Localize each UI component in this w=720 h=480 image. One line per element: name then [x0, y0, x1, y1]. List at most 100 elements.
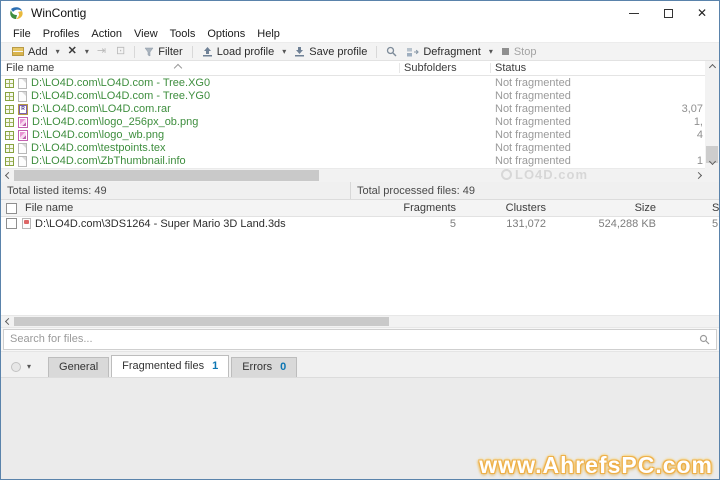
- filter-button[interactable]: Filter: [139, 43, 187, 60]
- toolbar-separator: [376, 45, 378, 58]
- load-profile-button[interactable]: Load profile: [197, 43, 280, 60]
- file-status: Not fragmented: [495, 77, 571, 89]
- save-profile-button[interactable]: Save profile: [289, 43, 372, 60]
- tab-label: Errors: [242, 361, 273, 373]
- include-grid-icon[interactable]: [5, 131, 14, 140]
- file-status: Not fragmented: [495, 116, 571, 128]
- tab-options-control[interactable]: ▾: [11, 361, 34, 372]
- file-row[interactable]: D:\LO4D.com\LO4D.com - Tree.XG0 Not fragm…: [1, 77, 705, 90]
- fragmented-list-header: File name Fragments Clusters Size S: [1, 200, 719, 217]
- wincontig-window: WinContig ✕ File Profiles Action View Tools O…: [0, 0, 720, 480]
- file-row[interactable]: D:\LO4D.com\ZbThumbnail.info Not fragment…: [1, 155, 705, 168]
- totals-bar: Total listed items: 49 Total processed f…: [1, 182, 719, 200]
- funnel-icon: [144, 47, 154, 56]
- include-grid-icon[interactable]: [5, 105, 14, 114]
- horizontal-scroll-thumb[interactable]: [14, 170, 319, 181]
- scrollbar-corner: [705, 168, 719, 182]
- search-input[interactable]: [4, 333, 699, 345]
- move-item-button: ⇥: [92, 43, 111, 60]
- tab-options-icon: [11, 361, 21, 372]
- file-type-icon: [18, 78, 27, 89]
- tab-general[interactable]: General: [48, 356, 110, 377]
- sort-ascending-icon: [173, 63, 183, 73]
- file-path: D:\LO4D.com\LO4D.com - Tree.XG0: [31, 77, 211, 89]
- defragment-caret-icon[interactable]: ▾: [486, 47, 496, 56]
- menu-options[interactable]: Options: [201, 28, 251, 40]
- add-button[interactable]: Add: [7, 43, 53, 60]
- maximize-button[interactable]: [651, 1, 685, 25]
- remove-button[interactable]: ✕: [63, 43, 82, 60]
- menu-action[interactable]: Action: [85, 28, 128, 40]
- menu-file[interactable]: File: [7, 28, 37, 40]
- file-row[interactable]: D:\LO4D.com\LO4D.com - Tree.YG0 Not fragm…: [1, 90, 705, 103]
- include-grid-icon[interactable]: [5, 92, 14, 101]
- menu-help[interactable]: Help: [251, 28, 286, 40]
- scroll-right-icon[interactable]: [691, 169, 705, 182]
- defragment-button[interactable]: Defragment: [402, 43, 485, 60]
- menu-view[interactable]: View: [128, 28, 164, 40]
- fragmented-file-row[interactable]: D:\LO4D.com\3DS1264 - Super Mario 3D Lan…: [1, 217, 719, 231]
- include-grid-icon[interactable]: [5, 118, 14, 127]
- load-profile-label: Load profile: [216, 45, 275, 58]
- horizontal-scroll-thumb[interactable]: [14, 316, 389, 326]
- tab-fragmented-files[interactable]: Fragmented files 1: [111, 354, 230, 377]
- column-divider: [490, 63, 491, 73]
- arrow-right-icon: ⇥: [96, 45, 107, 57]
- stop-icon: [501, 48, 509, 55]
- file-row[interactable]: D:\LO4D.com\logo_256px_ob.png Not fragmen…: [1, 116, 705, 129]
- scroll-left-icon[interactable]: [1, 169, 15, 182]
- search-area: [1, 327, 719, 351]
- file-type-icon: [18, 104, 28, 115]
- vertical-scrollbar[interactable]: [705, 61, 719, 168]
- tab-errors[interactable]: Errors 0: [231, 356, 298, 377]
- menu-tools[interactable]: Tools: [164, 28, 202, 40]
- analyze-button[interactable]: [381, 43, 402, 60]
- load-profile-caret-icon[interactable]: ▾: [279, 47, 289, 56]
- file-path: D:\LO4D.com\3DS1264 - Super Mario 3D Lan…: [35, 218, 286, 230]
- file-row[interactable]: D:\LO4D.com\LO4D.com.rar Not fragmented 3,…: [1, 103, 705, 116]
- defragment-icon: [407, 47, 420, 56]
- magnifier-icon: [387, 46, 397, 57]
- include-grid-icon[interactable]: [5, 144, 14, 153]
- clusters-value: 131,072: [506, 218, 546, 230]
- search-box: [3, 328, 717, 350]
- minimize-button[interactable]: [617, 1, 651, 25]
- stop-label: Stop: [513, 45, 537, 58]
- scroll-up-icon[interactable]: [705, 61, 719, 74]
- total-processed-files: Total processed files: 49: [357, 184, 476, 197]
- add-label: Add: [28, 45, 48, 58]
- column-file-name[interactable]: File name: [25, 202, 73, 214]
- add-dropdown-caret-icon[interactable]: ▾: [53, 47, 63, 56]
- file-type-icon: [18, 143, 27, 154]
- include-grid-icon[interactable]: [5, 79, 14, 88]
- select-all-checkbox[interactable]: [6, 203, 17, 214]
- column-size[interactable]: Size: [566, 202, 656, 214]
- file-type-icon: [18, 91, 27, 102]
- column-subfolders[interactable]: Subfolders: [404, 62, 457, 74]
- remove-dropdown-caret-icon[interactable]: ▾: [82, 47, 92, 56]
- file-row[interactable]: D:\LO4D.com\logo_wb.png Not fragmented 4: [1, 129, 705, 142]
- minimize-icon: [629, 12, 639, 14]
- close-button[interactable]: ✕: [685, 1, 719, 25]
- search-icon[interactable]: [699, 334, 710, 345]
- scroll-down-icon[interactable]: [705, 155, 719, 168]
- horizontal-scrollbar-top[interactable]: [1, 168, 705, 182]
- horizontal-scrollbar-bottom[interactable]: [1, 314, 719, 328]
- file-status: Not fragmented: [495, 129, 571, 141]
- stop-button: Stop: [496, 43, 542, 60]
- include-grid-icon[interactable]: [5, 157, 14, 166]
- column-status-clipped[interactable]: S: [712, 202, 719, 214]
- file-size-clipped: 1: [696, 155, 703, 167]
- menu-profiles[interactable]: Profiles: [37, 28, 86, 40]
- tab-count-badge: 1: [212, 360, 219, 372]
- defragment-label: Defragment: [423, 45, 481, 58]
- row-checkbox[interactable]: [6, 218, 17, 229]
- scroll-left-icon[interactable]: [1, 315, 15, 328]
- fragmented-list-empty-area: [1, 231, 719, 315]
- column-status[interactable]: Status: [495, 62, 526, 74]
- filter-label: Filter: [158, 45, 183, 58]
- column-clusters[interactable]: Clusters: [466, 202, 546, 214]
- file-row[interactable]: D:\LO4D.com\testpoints.tex Not fragmented: [1, 142, 705, 155]
- column-fragments[interactable]: Fragments: [376, 202, 456, 214]
- column-file-name[interactable]: File name: [6, 62, 54, 74]
